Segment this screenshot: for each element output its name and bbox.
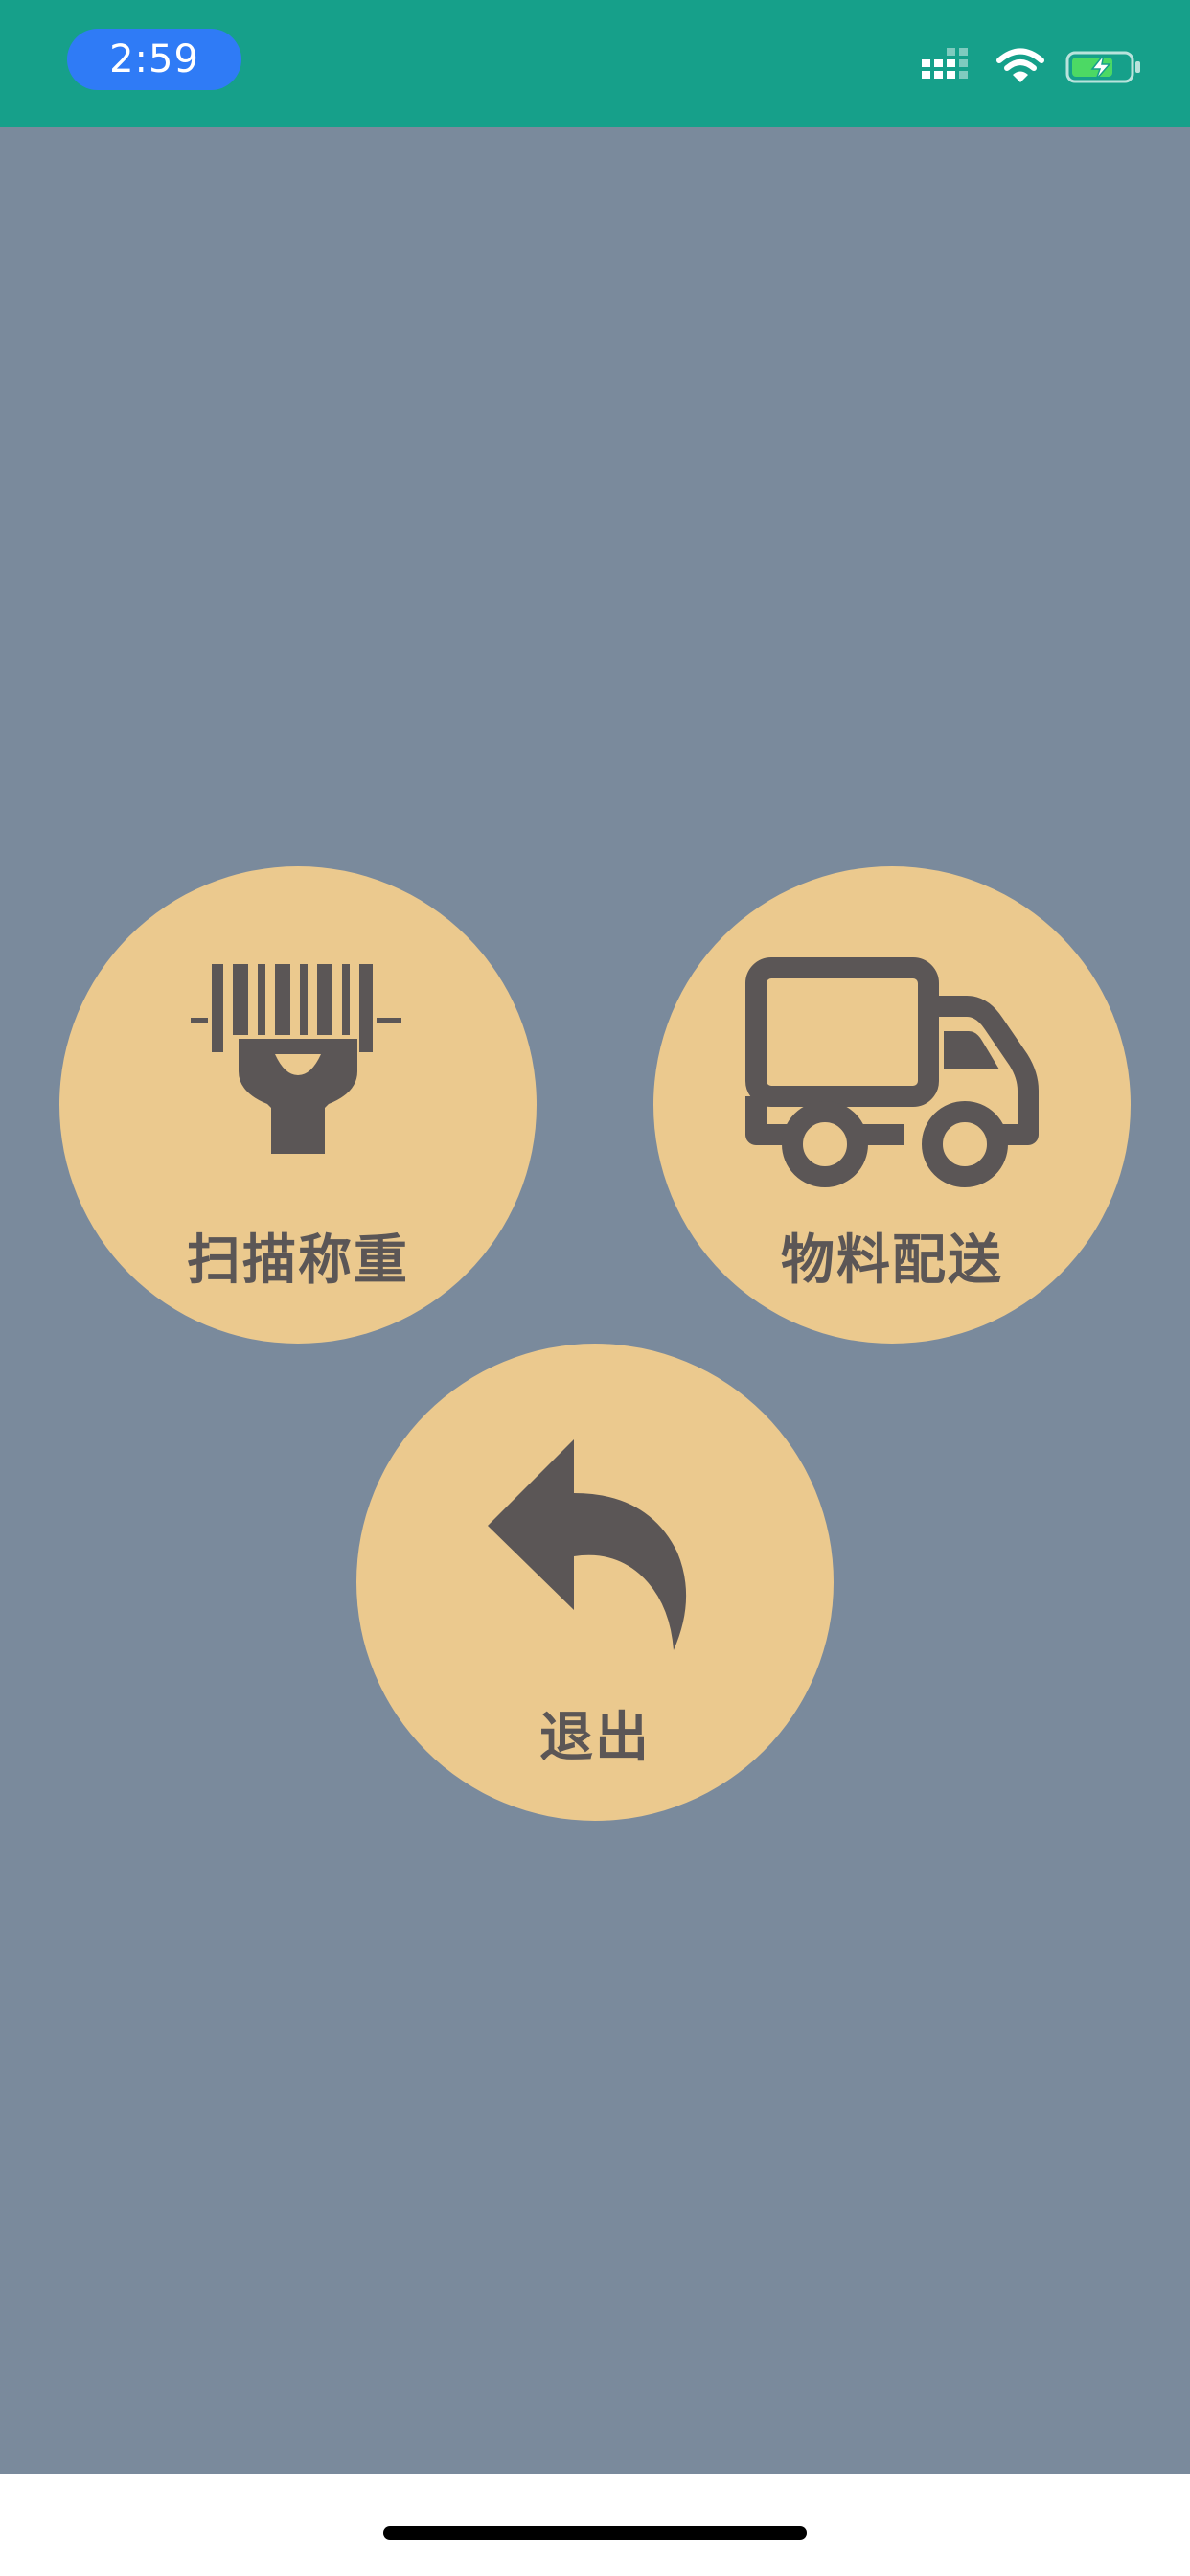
material-delivery-label: 物料配送: [781, 1230, 1003, 1292]
battery-charging-icon: [1065, 48, 1142, 90]
status-bar: 2:59: [0, 0, 1190, 126]
signal-icon: [922, 48, 975, 90]
barcode-scanner-icon: [59, 962, 537, 1192]
exit-label: 退出: [539, 1707, 651, 1769]
status-time: 2:59: [67, 29, 241, 90]
material-delivery-button[interactable]: 物料配送: [653, 866, 1131, 1344]
status-icons: [922, 46, 1142, 92]
home-indicator[interactable]: [383, 2526, 807, 2540]
home-indicator-area: [0, 2474, 1190, 2576]
delivery-truck-icon: [653, 953, 1131, 1202]
back-arrow-icon: [356, 1430, 834, 1660]
scan-weigh-button[interactable]: 扫描称重: [59, 866, 537, 1344]
wifi-icon: [996, 48, 1044, 90]
exit-button[interactable]: 退出: [356, 1344, 834, 1821]
scan-weigh-label: 扫描称重: [187, 1230, 409, 1292]
